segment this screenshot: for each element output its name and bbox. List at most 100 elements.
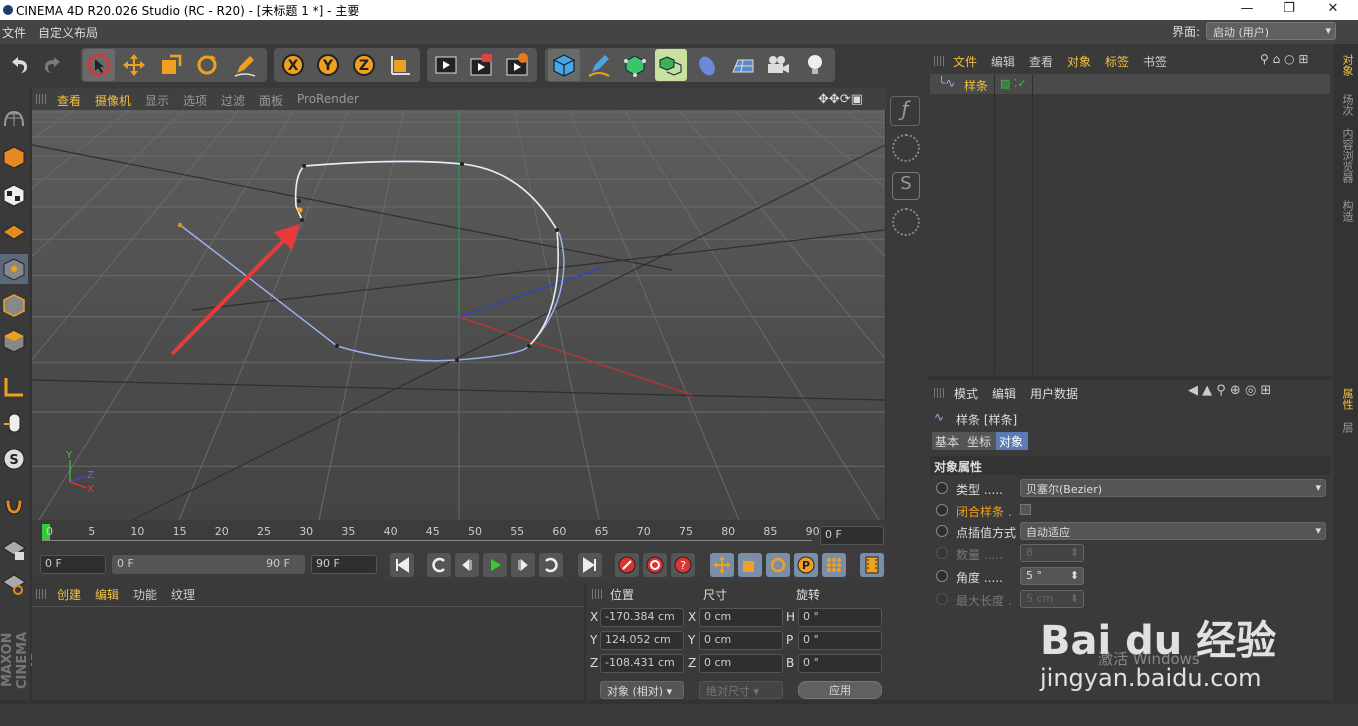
previous-frame-button[interactable] bbox=[455, 553, 479, 577]
deformer-button[interactable] bbox=[691, 49, 723, 81]
end-frame-field[interactable]: 90 F bbox=[311, 555, 377, 574]
menu-file[interactable]: 文件 bbox=[2, 24, 26, 41]
tab-layers-vertical[interactable]: 层 bbox=[1339, 422, 1355, 433]
viewport-menu-panel[interactable]: 面板 bbox=[259, 92, 283, 109]
render-settings-button[interactable] bbox=[501, 49, 533, 81]
object-menu-tags[interactable]: 标签 bbox=[1105, 53, 1129, 70]
animate-toggle-icon[interactable] bbox=[936, 593, 948, 605]
attribute-value-field[interactable]: 5 ° ⬍ bbox=[1020, 567, 1084, 585]
coordinate-system-button[interactable] bbox=[385, 49, 417, 81]
cloner-button[interactable] bbox=[655, 49, 687, 81]
tab-attributes-vertical[interactable]: 属性 bbox=[1339, 388, 1355, 410]
x-axis-lock-button[interactable]: X bbox=[277, 49, 309, 81]
maximize-button[interactable]: ❐ bbox=[1268, 0, 1310, 20]
spline-points[interactable] bbox=[177, 162, 559, 362]
snap-button[interactable] bbox=[0, 490, 28, 520]
light-button[interactable] bbox=[799, 49, 831, 81]
render-view-button[interactable] bbox=[430, 49, 462, 81]
solo-button[interactable]: S bbox=[0, 444, 28, 474]
select-tool-button[interactable] bbox=[83, 49, 115, 81]
enable-axis-button[interactable] bbox=[0, 372, 28, 402]
tab-basic[interactable]: 基本 bbox=[932, 432, 964, 450]
next-frame-button[interactable] bbox=[511, 553, 535, 577]
loop-forward-button[interactable] bbox=[539, 553, 563, 577]
viewport-3d[interactable]: Y Z X bbox=[0, 109, 1358, 589]
spline-curve[interactable] bbox=[179, 160, 565, 362]
position-field[interactable]: 124.052 cm bbox=[600, 631, 684, 650]
viewport-menu-prorender[interactable]: ProRender bbox=[297, 92, 359, 106]
key-scale-button[interactable] bbox=[738, 553, 762, 577]
floor-button[interactable] bbox=[727, 49, 759, 81]
viewport-menu-camera[interactable]: 摄像机 bbox=[95, 92, 131, 109]
z-axis-lock-button[interactable]: Z bbox=[348, 49, 380, 81]
attribute-value-field[interactable]: 8 ⬍ bbox=[1020, 544, 1084, 562]
object-row-spline[interactable]: ╰∿ 样条 ▨ ⁚✓ bbox=[930, 74, 1330, 94]
object-menu-objects[interactable]: 对象 bbox=[1067, 53, 1091, 70]
drag-grip-icon[interactable] bbox=[592, 589, 604, 599]
spline-pen-button[interactable] bbox=[583, 49, 615, 81]
tab-content-browser-vertical[interactable]: 内容浏览器 bbox=[1339, 128, 1355, 183]
tab-takes-vertical[interactable]: 场次 bbox=[1339, 94, 1355, 116]
current-frame-field[interactable]: 0 F bbox=[820, 526, 884, 545]
key-position-button[interactable] bbox=[710, 553, 734, 577]
start-frame-field[interactable]: 0 F bbox=[40, 555, 106, 574]
function-icon[interactable]: ƒ bbox=[890, 96, 920, 126]
attr-menu-userdata[interactable]: 用户数据 bbox=[1030, 385, 1078, 402]
material-menu-texture[interactable]: 纹理 bbox=[171, 586, 195, 603]
scale-tool-button[interactable] bbox=[155, 49, 187, 81]
size-field[interactable]: 0 cm bbox=[699, 631, 783, 650]
script-icon[interactable]: S bbox=[892, 172, 920, 200]
move-tool-button[interactable] bbox=[118, 49, 150, 81]
tab-structure-vertical[interactable]: 构造 bbox=[1339, 200, 1355, 222]
close-spline-checkbox[interactable] bbox=[1020, 504, 1031, 515]
object-manager-tools-icons[interactable]: ⚲ ⌂ ○ ⊞ bbox=[1260, 52, 1308, 66]
object-menu-file[interactable]: 文件 bbox=[953, 53, 977, 70]
attr-menu-edit[interactable]: 编辑 bbox=[992, 385, 1016, 402]
points-mode-button[interactable] bbox=[0, 254, 28, 284]
viewport-menu-display[interactable]: 显示 bbox=[145, 92, 169, 109]
redo-button[interactable] bbox=[37, 49, 69, 81]
cube-object-button[interactable] bbox=[548, 49, 580, 81]
autokey-button[interactable] bbox=[643, 553, 667, 577]
rotation-field[interactable]: 0 ° bbox=[798, 608, 882, 627]
workplane-mode-button[interactable] bbox=[0, 216, 28, 246]
make-editable-button[interactable] bbox=[0, 104, 28, 134]
camera-button[interactable] bbox=[762, 49, 794, 81]
timeline-ruler[interactable]: 0 5 10 15 20 25 30 35 40 45 50 55 60 65 70 75 80 85 90 0 F bbox=[32, 520, 886, 550]
position-field[interactable]: -108.431 cm bbox=[600, 654, 684, 673]
position-field[interactable]: -170.384 cm bbox=[600, 608, 684, 627]
menu-custom-layout[interactable]: 自定义布局 bbox=[38, 24, 98, 41]
go-to-end-button[interactable] bbox=[578, 553, 602, 577]
tab-coord[interactable]: 坐标 bbox=[964, 432, 996, 450]
object-menu-edit[interactable]: 编辑 bbox=[991, 53, 1015, 70]
animate-toggle-icon[interactable] bbox=[936, 504, 948, 516]
size-field[interactable]: 0 cm bbox=[699, 608, 783, 627]
model-mode-button[interactable] bbox=[0, 142, 28, 172]
play-button[interactable] bbox=[483, 553, 507, 577]
rotation-field[interactable]: 0 ° bbox=[798, 631, 882, 650]
viewport-nav-icons[interactable]: ✥✥⟳▣ bbox=[818, 92, 863, 107]
rotate-tool-button[interactable] bbox=[191, 49, 223, 81]
frame-range-slider[interactable]: 0 F 90 F bbox=[112, 555, 305, 574]
tweak-mode-button[interactable] bbox=[0, 408, 28, 438]
drag-grip-icon[interactable] bbox=[36, 94, 48, 104]
keyframe-selection-button[interactable]: ? bbox=[671, 553, 695, 577]
go-to-start-button[interactable] bbox=[390, 553, 414, 577]
edges-mode-button[interactable] bbox=[0, 290, 28, 320]
visibility-check-icon[interactable]: ▨ ⁚✓ bbox=[1000, 77, 1027, 90]
key-rotation-button[interactable] bbox=[766, 553, 790, 577]
key-parameter-button[interactable]: P bbox=[794, 553, 818, 577]
coord-size-mode-select[interactable]: 绝对尺寸 ▾ bbox=[699, 681, 783, 699]
attribute-value-field[interactable]: 贝塞尔(Bezier) ▾ bbox=[1020, 479, 1326, 497]
animate-toggle-icon[interactable] bbox=[936, 525, 948, 537]
coord-mode-select[interactable]: 对象 (相对) ▾ bbox=[600, 681, 684, 699]
loop-back-button[interactable] bbox=[427, 553, 451, 577]
animate-toggle-icon[interactable] bbox=[936, 482, 948, 494]
tab-object[interactable]: 对象 bbox=[996, 432, 1028, 450]
viewport-menu-view[interactable]: 查看 bbox=[57, 92, 81, 109]
lock-workplane-button[interactable] bbox=[0, 534, 28, 564]
texture-mode-button[interactable] bbox=[0, 180, 28, 210]
drag-grip-icon[interactable] bbox=[934, 56, 946, 66]
material-menu-create[interactable]: 创建 bbox=[57, 586, 81, 603]
animate-toggle-icon[interactable] bbox=[936, 570, 948, 582]
